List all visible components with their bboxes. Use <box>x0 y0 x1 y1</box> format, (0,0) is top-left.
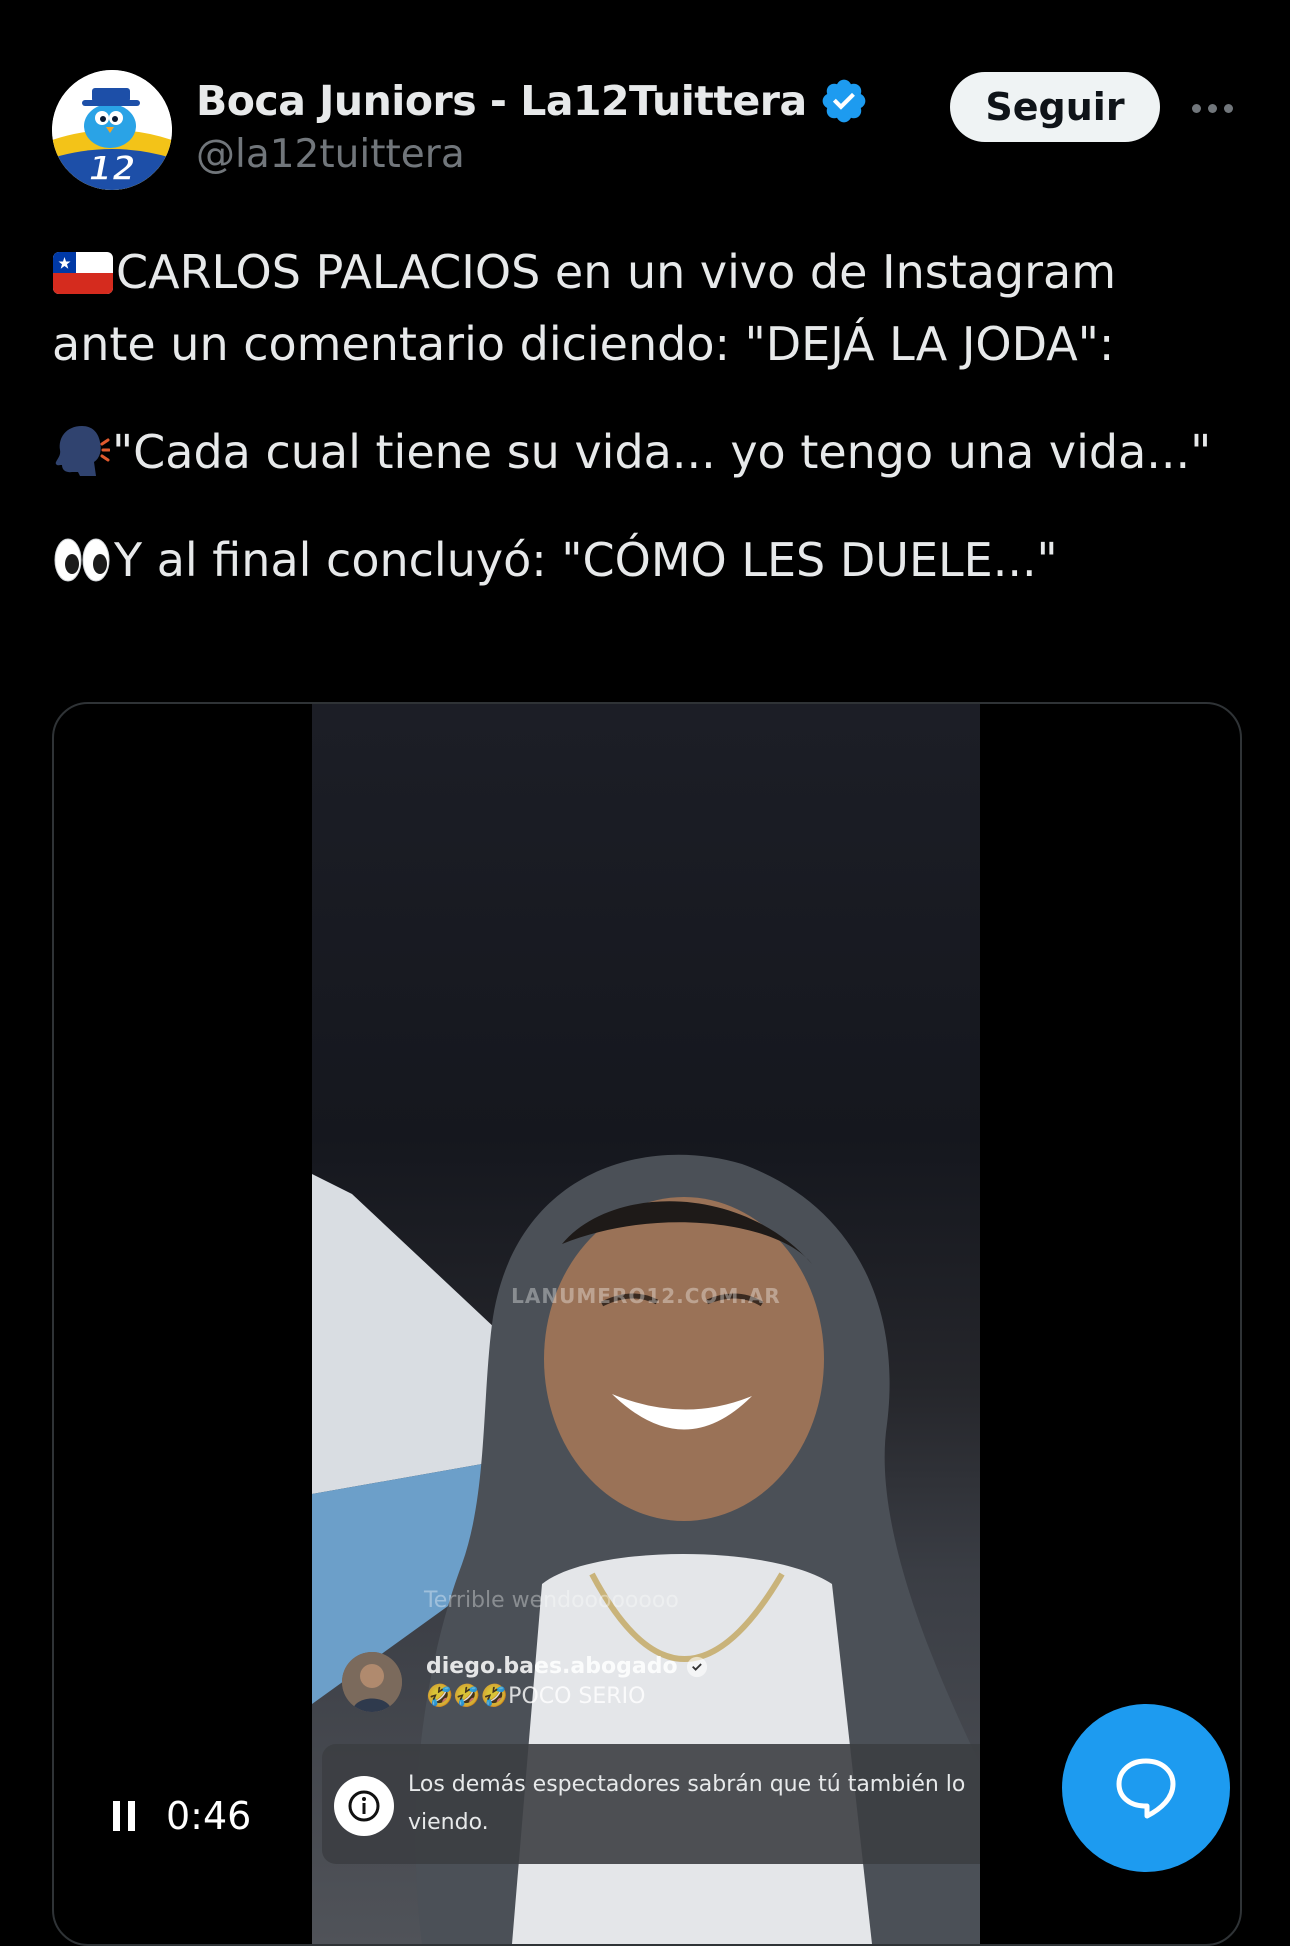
boca-logo-icon: 12 <box>52 70 172 190</box>
video-player[interactable]: LANUMERO12.COM.AR Terrible wendoooooooo … <box>52 702 1242 1946</box>
tweet-text: CARLOS PALACIOS en un vivo de Instagram … <box>52 236 1232 596</box>
chile-flag-icon <box>53 252 113 294</box>
comment-avatar <box>342 1652 402 1712</box>
tweet-header: 12 Boca Juniors - La12Tuittera @la12tuit… <box>52 70 1240 192</box>
tweet-line-4-text: Y al final concluyó: "CÓMO LES DUELE..." <box>114 533 1058 587</box>
tweet-line-1-text: CARLOS PALACIOS en un vivo de Instagram <box>116 245 1117 299</box>
eyes-icon <box>54 538 110 582</box>
tweet-line-1: CARLOS PALACIOS en un vivo de Instagram <box>52 236 1232 308</box>
compose-message-button[interactable] <box>1062 1704 1230 1872</box>
live-comment: diego.baes.abogado 🤣🤣🤣POCO SERIO <box>342 1652 942 1722</box>
speaking-head-icon <box>55 426 110 476</box>
watermark: LANUMERO12.COM.AR <box>511 1284 781 1308</box>
tweet-line-3: "Cada cual tiene su vida... yo tengo una… <box>52 416 1232 488</box>
handle[interactable]: @la12tuittera <box>196 132 869 177</box>
avatar-label: 12 <box>88 149 135 189</box>
pause-icon[interactable] <box>104 1796 144 1836</box>
notice-text: Los demás espectadores sabrán que tú tam… <box>408 1772 966 1835</box>
display-name[interactable]: Boca Juniors - La12Tuittera <box>196 77 807 125</box>
author-info[interactable]: Boca Juniors - La12Tuittera @la12tuitter… <box>196 70 869 177</box>
faded-comment: Terrible wendoooooooo <box>424 1588 679 1613</box>
video-controls: 0:46 <box>104 1794 251 1838</box>
chat-bubble-icon <box>1116 1758 1176 1819</box>
comment-username: diego.baes.abogado <box>426 1654 708 1679</box>
follow-button[interactable]: Seguir <box>950 72 1160 142</box>
viewer-notice: Los demás espectadores sabrán que tú tam… <box>322 1744 980 1864</box>
info-icon <box>334 1776 394 1836</box>
tweet-line-4: Y al final concluyó: "CÓMO LES DUELE..." <box>52 524 1232 596</box>
video-time: 0:46 <box>166 1794 252 1838</box>
verified-badge-icon <box>822 79 866 123</box>
comment-text: 🤣🤣🤣POCO SERIO <box>426 1684 646 1709</box>
video-frame[interactable]: LANUMERO12.COM.AR Terrible wendoooooooo … <box>312 704 980 1944</box>
verified-badge-icon <box>686 1656 707 1677</box>
more-options-icon[interactable] <box>1182 86 1242 130</box>
avatar[interactable]: 12 <box>52 70 172 190</box>
tweet-line-2: ante un comentario diciendo: "DEJÁ LA JO… <box>52 317 1115 371</box>
tweet-line-3-text: "Cada cual tiene su vida... yo tengo una… <box>112 425 1212 479</box>
